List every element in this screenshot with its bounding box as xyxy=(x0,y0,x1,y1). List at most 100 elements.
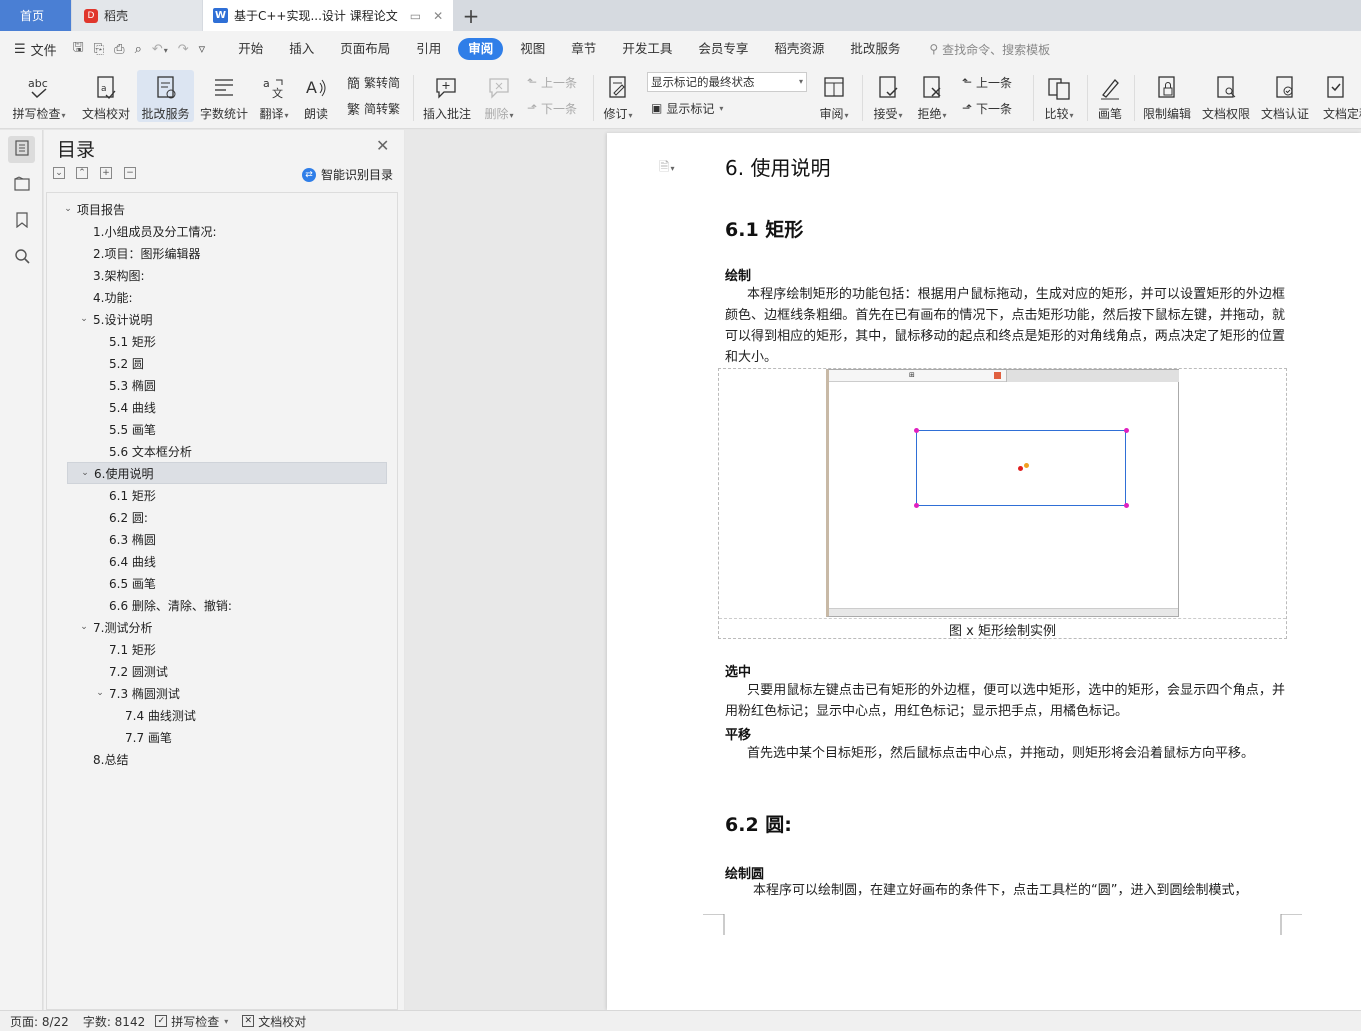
translate-button[interactable]: a文 翻译▾ xyxy=(256,70,292,122)
customize-dropdown-icon[interactable]: ▿ xyxy=(199,42,206,57)
toc-item[interactable]: 7.2 圆测试 xyxy=(93,660,168,682)
collapse-all-icon[interactable]: ⌄ xyxy=(53,167,65,179)
spell-check-button[interactable]: abc 拼写检查▾ xyxy=(8,70,70,122)
doc-proofread-button[interactable]: a 文档校对 xyxy=(78,70,134,122)
close-icon[interactable]: ✕ xyxy=(376,136,389,155)
doc-cert-button[interactable]: 文档认证 xyxy=(1258,70,1312,122)
tab-document[interactable]: W 基于C++实现...设计 课程论文 ▭ ✕ xyxy=(203,0,453,31)
redo-icon[interactable]: ↷ xyxy=(178,42,189,57)
document-page[interactable]: 🗎▾ 6. 使用说明 6.1 矩形 绘制 本程序绘制矩形的功能包括：根据用户鼠标… xyxy=(607,133,1361,1010)
tab-pin-icon[interactable]: ▭ xyxy=(410,9,421,23)
review-pane-button[interactable]: 审阅▾ xyxy=(816,70,852,122)
chevron-down-icon[interactable]: ⌄ xyxy=(61,204,75,214)
new-tab-button[interactable]: + xyxy=(458,0,484,31)
doc-final-button[interactable]: 文档定稿 xyxy=(1318,70,1361,122)
chapter-pane-button[interactable] xyxy=(8,172,35,199)
toc-item[interactable]: 6.2 圆: xyxy=(93,506,148,528)
toc-item[interactable]: 5.6 文本框分析 xyxy=(93,440,192,462)
toc-pane-button[interactable] xyxy=(8,136,35,163)
menu-tab-8[interactable]: 会员专享 xyxy=(685,38,761,60)
bookmark-pane-button[interactable] xyxy=(8,208,35,235)
toc-item[interactable]: ⌄ 7.3 椭圆测试 xyxy=(93,682,180,704)
menu-tab-1[interactable]: 插入 xyxy=(276,38,327,60)
accept-button[interactable]: 接受▾ xyxy=(870,70,906,122)
chevron-down-icon[interactable]: ⌄ xyxy=(77,314,91,324)
compare-button[interactable]: 比较▾ xyxy=(1041,70,1077,122)
toc-item[interactable]: 6.5 画笔 xyxy=(93,572,156,594)
print-icon[interactable]: ⎙ xyxy=(114,42,124,57)
toc-item[interactable]: 2.项目：图形编辑器 xyxy=(77,242,200,264)
toc-item[interactable]: ⌄ 6.使用说明 xyxy=(67,462,387,484)
delete-comment-button[interactable]: 删除▾ xyxy=(481,70,517,122)
print-preview-icon[interactable]: ⌕ xyxy=(135,42,142,57)
tab-home[interactable]: 首页 xyxy=(0,0,71,31)
menu-tab-7[interactable]: 开发工具 xyxy=(609,38,685,60)
revise-button[interactable]: 修订▾ xyxy=(600,70,636,122)
chevron-down-icon[interactable]: ⌄ xyxy=(78,468,92,478)
smart-toc-button[interactable]: ⇄ 智能识别目录 xyxy=(302,166,393,183)
file-menu-button[interactable]: ☰ 文件 xyxy=(14,40,57,59)
toc-item[interactable]: 7.1 矩形 xyxy=(93,638,156,660)
insert-comment-button[interactable]: 插入批注 xyxy=(421,70,473,122)
markup-state-select[interactable]: 显示标记的最终状态 ▾ xyxy=(647,72,807,92)
toc-item[interactable]: 6.6 删除、清除、撤销: xyxy=(93,594,232,616)
correction-service-button[interactable]: 批改服务 xyxy=(137,70,194,122)
toc-item[interactable]: 5.5 画笔 xyxy=(93,418,156,440)
trad-to-simp-button[interactable]: 簡 繁转简 xyxy=(347,71,400,93)
remove-heading-icon[interactable]: − xyxy=(124,167,136,179)
simp-to-trad-button[interactable]: 繁 简转繁 xyxy=(347,97,400,119)
toc-item[interactable]: 5.4 曲线 xyxy=(93,396,156,418)
command-search[interactable]: ⚲ 查找命令、搜索模板 xyxy=(929,41,1050,58)
toc-item[interactable]: 6.4 曲线 xyxy=(93,550,156,572)
prev-comment-button[interactable]: ⬑ 上一条 xyxy=(527,71,577,93)
menu-tab-2[interactable]: 页面布局 xyxy=(327,38,403,60)
tab-close-icon[interactable]: ✕ xyxy=(433,9,443,23)
pen-button[interactable]: 画笔 xyxy=(1094,70,1126,122)
next-change-button[interactable]: ⬏ 下一条 xyxy=(962,97,1012,119)
toc-item[interactable]: 5.3 椭圆 xyxy=(93,374,156,396)
next-comment-button[interactable]: ⬏ 下一条 xyxy=(527,97,577,119)
menu-tab-9[interactable]: 稻壳资源 xyxy=(761,38,837,60)
toc-item[interactable]: 1.小组成员及分工情况: xyxy=(77,220,217,242)
save-icon[interactable]: 🖫 xyxy=(73,38,84,60)
toc-item[interactable]: ⌄ 项目报告 xyxy=(61,198,125,220)
restrict-edit-button[interactable]: 限制编辑 xyxy=(1140,70,1194,122)
menu-tab-10[interactable]: 批改服务 xyxy=(837,38,913,60)
menu-tab-6[interactable]: 章节 xyxy=(558,38,609,60)
reject-button[interactable]: 拒绝▾ xyxy=(914,70,950,122)
word-count-indicator[interactable]: 字数: 8142 xyxy=(83,1013,145,1030)
page-options-icon[interactable]: 🗎▾ xyxy=(659,158,674,180)
toc-item[interactable]: 4.功能: xyxy=(77,286,133,308)
export-icon[interactable]: ⎘ xyxy=(94,42,104,57)
menu-tab-4[interactable]: 审阅 xyxy=(458,38,504,60)
search-pane-button[interactable] xyxy=(8,244,35,271)
toc-item[interactable]: 3.架构图: xyxy=(77,264,145,286)
toc-item[interactable]: 5.2 圆 xyxy=(93,352,144,374)
menu-tab-0[interactable]: 开始 xyxy=(225,38,276,60)
toc-item[interactable]: ⌄ 5.设计说明 xyxy=(77,308,152,330)
menu-tab-3[interactable]: 引用 xyxy=(403,38,454,60)
toc-item[interactable]: ⌄ 7.测试分析 xyxy=(77,616,152,638)
read-aloud-button[interactable]: A 朗读 xyxy=(300,70,332,122)
tab-daoke[interactable]: D 稻壳 xyxy=(72,0,202,31)
show-markup-button[interactable]: ▣ 显示标记 ▾ xyxy=(651,97,723,119)
toc-item[interactable]: 7.7 画笔 xyxy=(109,726,172,748)
toc-item[interactable]: 5.1 矩形 xyxy=(93,330,156,352)
prev-change-button[interactable]: ⬑ 上一条 xyxy=(962,71,1012,93)
undo-icon[interactable]: ↶▾ xyxy=(152,42,168,57)
add-heading-icon[interactable]: + xyxy=(100,167,112,179)
page-indicator[interactable]: 页面: 8/22 xyxy=(10,1013,69,1030)
word-count-button[interactable]: 字数统计 xyxy=(198,70,250,122)
toc-item[interactable]: 6.1 矩形 xyxy=(93,484,156,506)
status-spell-check[interactable]: ✓ 拼写检查 ▾ xyxy=(155,1013,228,1030)
toc-item[interactable]: 8.总结 xyxy=(77,748,128,770)
menu-tab-5[interactable]: 视图 xyxy=(507,38,558,60)
doc-permission-button[interactable]: 文档权限 xyxy=(1199,70,1253,122)
chevron-down-icon[interactable]: ⌄ xyxy=(77,622,91,632)
expand-up-icon[interactable]: ⌃ xyxy=(76,167,88,179)
toc-item[interactable]: 6.3 椭圆 xyxy=(93,528,156,550)
status-doc-proofread[interactable]: ✕ 文档校对 xyxy=(242,1013,306,1030)
toc-item[interactable]: 7.4 曲线测试 xyxy=(109,704,196,726)
chevron-down-icon[interactable]: ⌄ xyxy=(93,688,107,698)
finalize-icon xyxy=(1318,75,1354,101)
